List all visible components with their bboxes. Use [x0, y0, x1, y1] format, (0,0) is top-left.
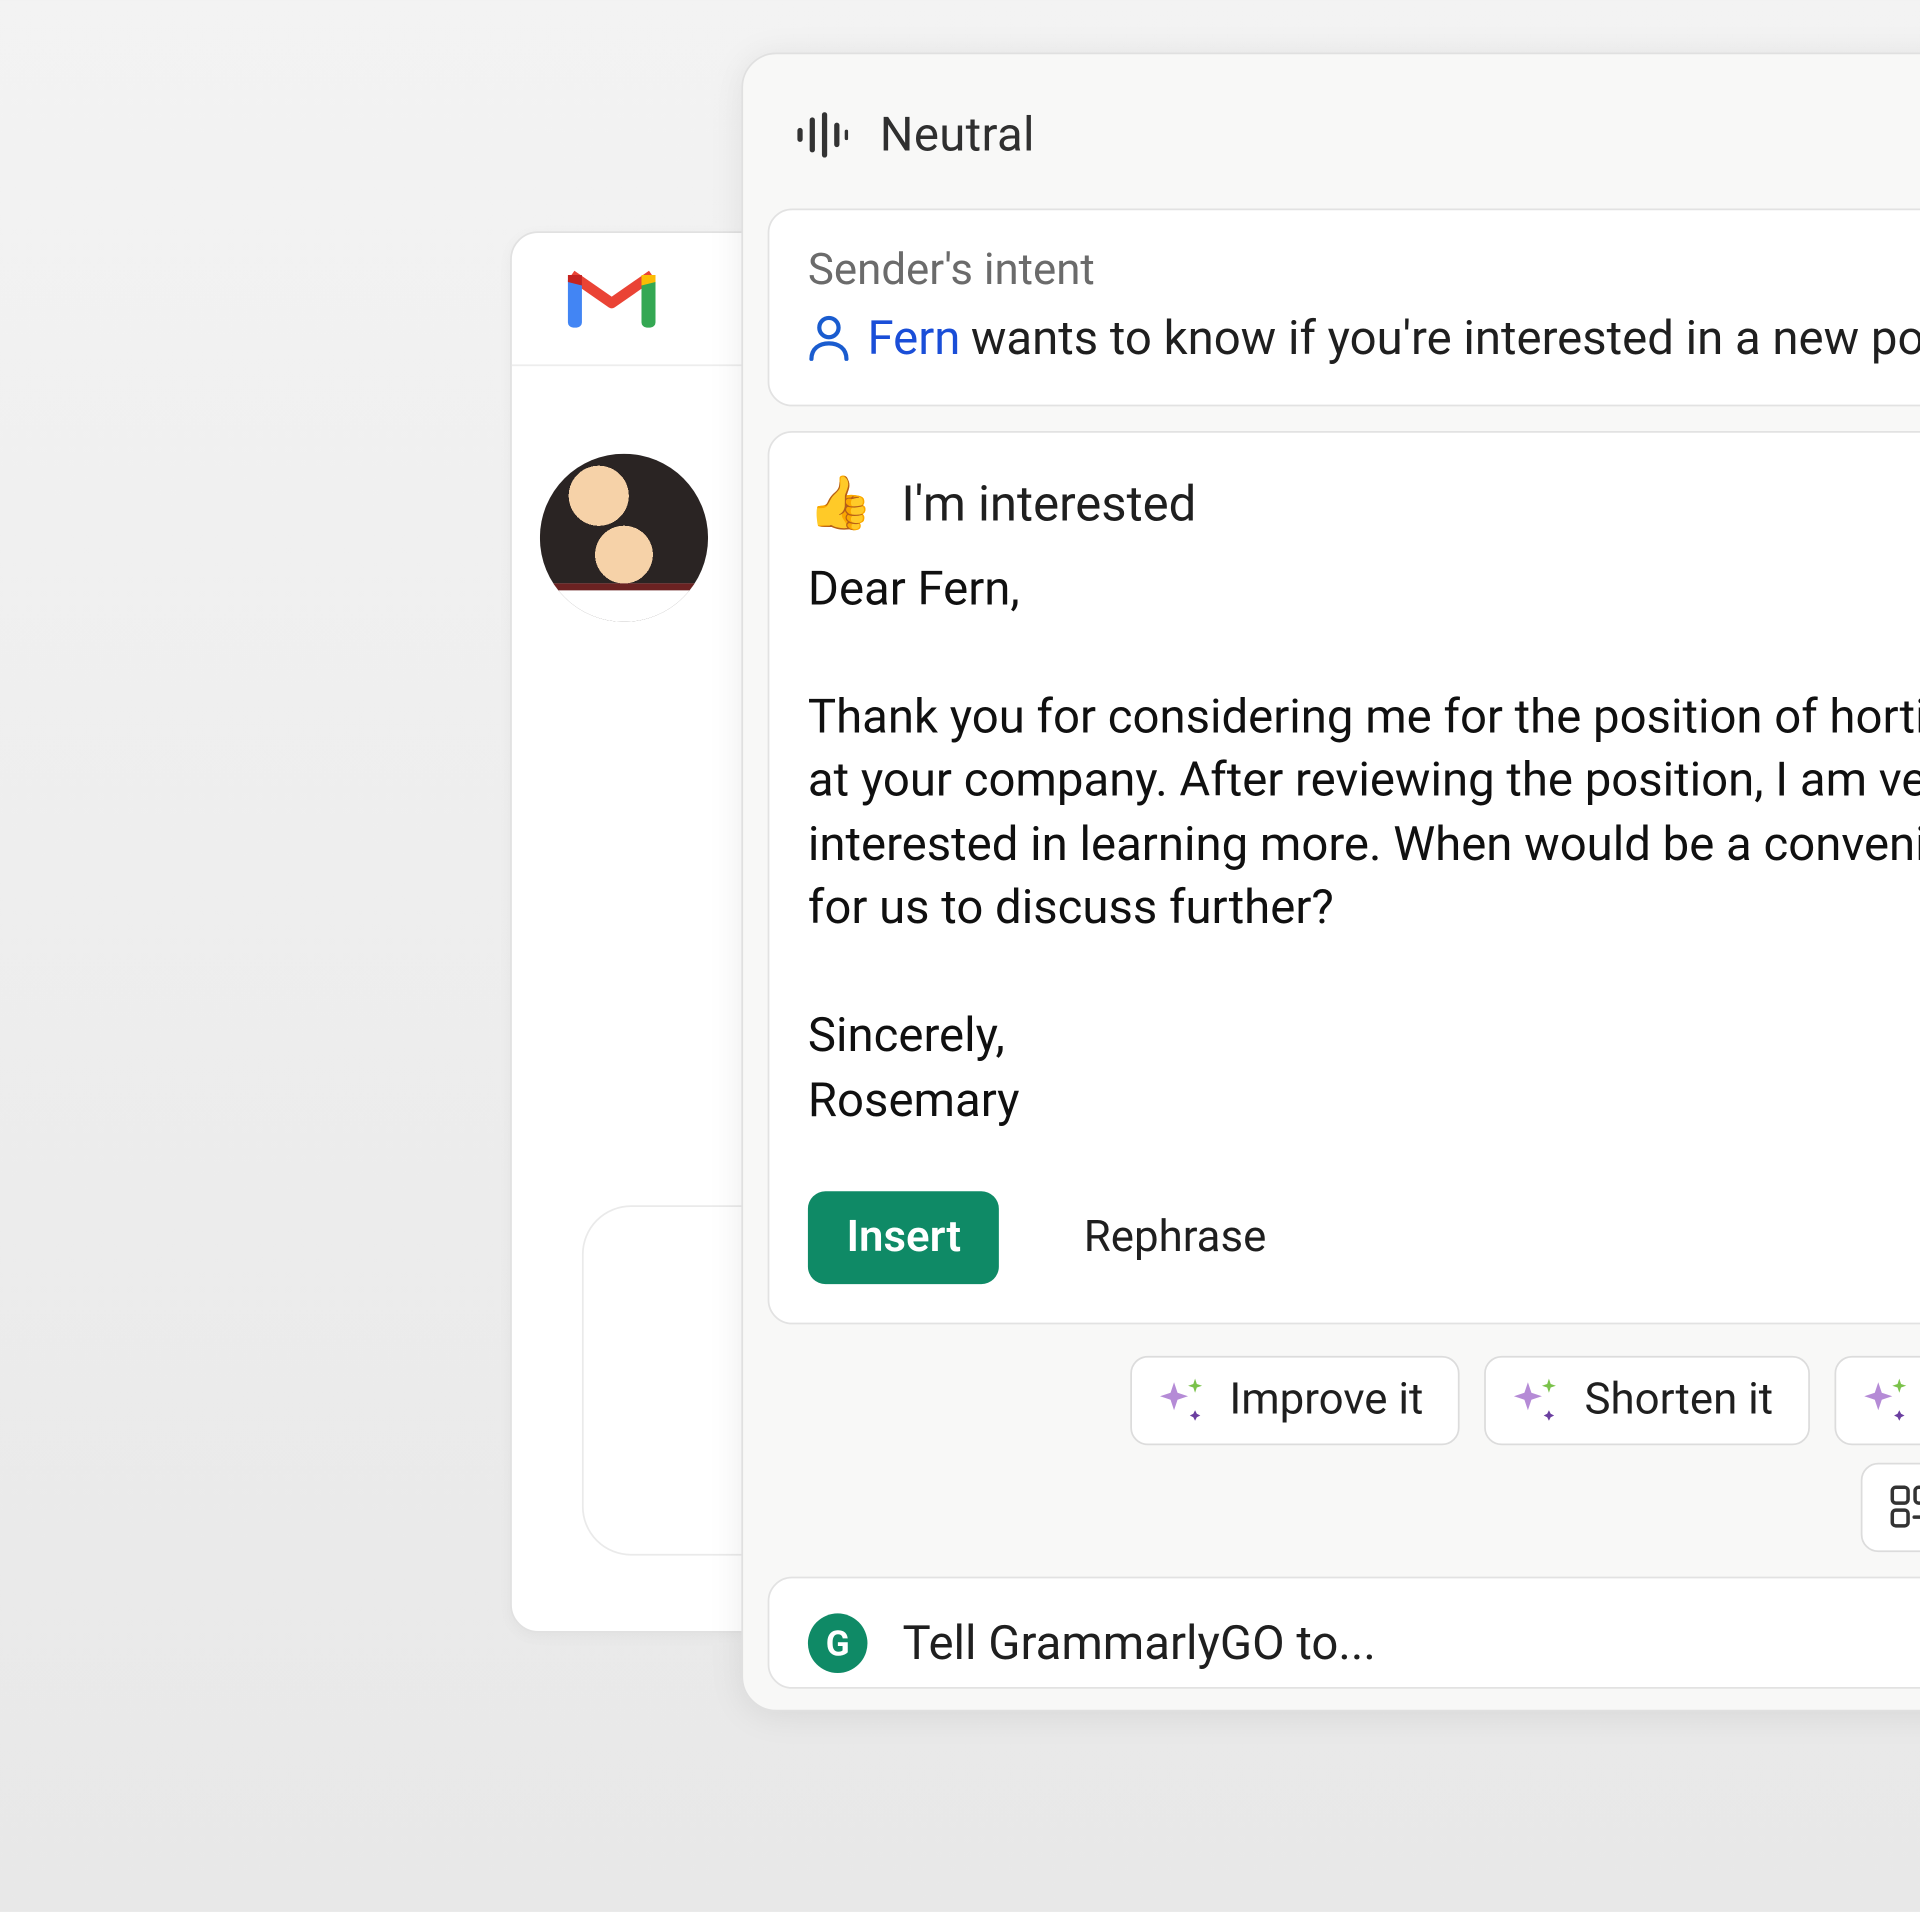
simplify-it-button[interactable]: Simplify it [1834, 1356, 1920, 1445]
intent-sender-name[interactable]: Fern [867, 310, 960, 366]
improve-it-button[interactable]: Improve it [1130, 1356, 1461, 1445]
sender-avatar [540, 454, 708, 622]
tone-label[interactable]: Neutral [880, 107, 1035, 163]
prompt-placeholder: Tell GrammarlyGO to... [903, 1615, 1376, 1671]
improve-it-label: Improve it [1229, 1375, 1423, 1426]
sparkle-icon [1511, 1376, 1560, 1425]
intent-text: wants to know if you're interested in a … [971, 310, 1920, 366]
thumbs-up-icon: 👍 [808, 477, 873, 530]
suggestion-body: Dear Fern, Thank you for considering me … [808, 557, 1920, 1131]
intent-card: Sender's intent Fern wants to know if yo… [768, 208, 1920, 406]
gmail-logo-icon [564, 260, 659, 337]
prompt-input[interactable]: G Tell GrammarlyGO to... [768, 1577, 1920, 1689]
grammarly-logo-icon: G [808, 1613, 868, 1673]
quick-actions-row-2: All ideas [743, 1463, 1920, 1570]
grammarly-panel: Neutral Sender's intent Fern [741, 53, 1920, 1712]
panel-header: Neutral [743, 54, 1920, 208]
grid-plus-icon [1888, 1483, 1920, 1532]
intent-section-label: Sender's intent [808, 245, 1920, 296]
sparkle-icon [1861, 1376, 1910, 1425]
insert-button[interactable]: Insert [808, 1191, 1000, 1284]
all-ideas-button[interactable]: All ideas [1861, 1463, 1920, 1552]
tone-meter-icon [796, 112, 849, 158]
person-icon [808, 315, 850, 361]
shorten-it-button[interactable]: Shorten it [1485, 1356, 1810, 1445]
intent-sentence: Fern wants to know if you're interested … [808, 310, 1920, 366]
suggestion-card: 👍 I'm interested Dear Fern, Thank you fo… [768, 431, 1920, 1324]
sparkle-icon [1156, 1376, 1205, 1425]
shorten-it-label: Shorten it [1585, 1375, 1774, 1426]
suggestion-title: I'm interested [901, 475, 1196, 533]
quick-actions-row: Improve it Shorten it [743, 1349, 1920, 1463]
rephrase-button[interactable]: Rephrase [1045, 1191, 1305, 1284]
